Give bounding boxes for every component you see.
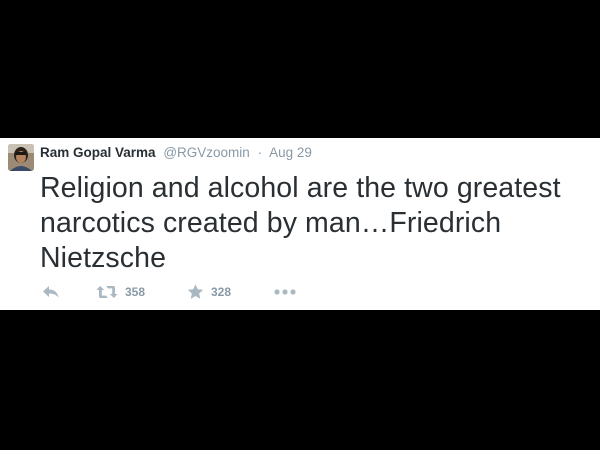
more-dots-icon <box>274 289 296 295</box>
avatar-image <box>8 144 34 171</box>
retweet-button[interactable]: 358 <box>96 283 145 301</box>
tweet-timestamp[interactable]: Aug 29 <box>269 145 312 160</box>
tweet-text: Religion and alcohol are the two greates… <box>40 172 561 274</box>
reply-button[interactable] <box>42 283 60 301</box>
separator-dot: · <box>257 145 263 160</box>
star-icon <box>187 284 204 299</box>
tweet-header: Ram Gopal Varma @RGVzoomin · Aug 29 <box>40 144 312 162</box>
favorite-button[interactable]: 328 <box>187 283 231 301</box>
more-button[interactable] <box>274 283 296 301</box>
author-name[interactable]: Ram Gopal Varma <box>40 145 156 160</box>
screen: Ram Gopal Varma @RGVzoomin · Aug 29 Reli… <box>0 0 600 450</box>
author-handle[interactable]: @RGVzoomin <box>163 145 249 160</box>
retweet-icon <box>96 286 118 298</box>
reply-icon <box>43 286 59 298</box>
favorite-count: 328 <box>211 285 232 299</box>
retweet-count: 358 <box>125 285 146 299</box>
tweet-actions: 358 328 <box>40 283 340 301</box>
tweet-card[interactable]: Ram Gopal Varma @RGVzoomin · Aug 29 Reli… <box>0 138 600 310</box>
avatar[interactable] <box>8 144 34 171</box>
